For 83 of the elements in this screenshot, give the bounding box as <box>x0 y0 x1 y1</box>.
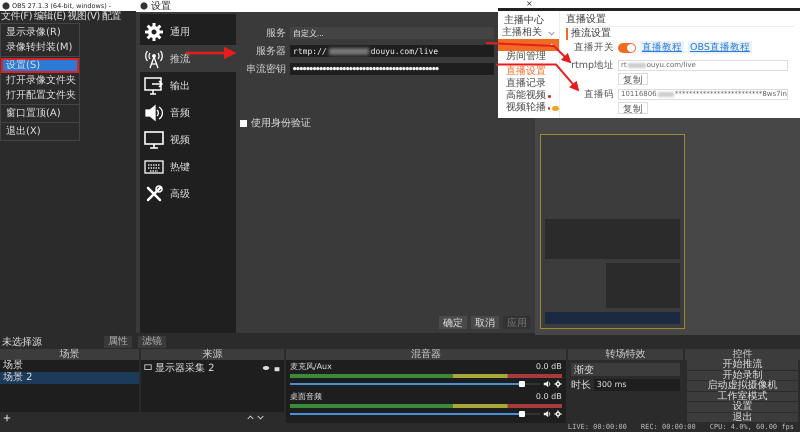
panel-title: 来源 <box>140 349 284 360</box>
server-field[interactable]: rtmp:// douyu.com/live <box>290 45 494 57</box>
checkbox[interactable] <box>240 120 247 126</box>
transition-select[interactable]: 渐变 <box>570 363 680 376</box>
dialog-title: 设置 <box>151 0 171 13</box>
chevron-up-icon <box>246 414 254 421</box>
scene-item[interactable]: 场景 2 <box>0 372 139 384</box>
speaker-icon <box>542 380 551 388</box>
tutorial-link[interactable]: OBS直播教程 <box>688 41 752 54</box>
menu-item[interactable]: 打开配置文件夹 <box>1 88 79 103</box>
close-button[interactable]: × <box>526 0 533 8</box>
sidebar-item[interactable]: 高级 <box>140 180 236 207</box>
monitor-arrow-icon <box>144 76 164 96</box>
menu-item[interactable]: 编辑(E) <box>33 11 67 23</box>
field-label: 服务器 <box>255 45 286 58</box>
toolbar-button[interactable]: 滤镜 <box>138 336 166 348</box>
control-button[interactable]: 启动虚拟摄像机 <box>686 381 798 392</box>
menu-item[interactable]: 显示录像(R) <box>1 25 79 40</box>
nav-item[interactable]: 直播记录 <box>498 78 559 90</box>
toggle-switch[interactable] <box>618 42 636 52</box>
panel-title: 混音器 <box>286 349 566 360</box>
speaker-icon <box>542 410 551 418</box>
sidebar-item[interactable]: 视频 <box>140 126 236 153</box>
add-icon <box>3 414 11 422</box>
sidebar-item[interactable]: 推流 <box>140 45 236 72</box>
menu-item[interactable]: 视图(V) <box>66 11 101 23</box>
field-label: 服务 <box>265 27 286 40</box>
eye-icon <box>262 364 270 372</box>
panel-title: 控件 <box>684 349 800 360</box>
field-label: rtmp地址 <box>570 59 614 72</box>
dialog-button[interactable]: 取消 <box>471 316 499 329</box>
dialog-button[interactable]: 确定 <box>439 316 467 329</box>
nav-item[interactable]: 高能视频 <box>498 90 559 102</box>
tutorial-link[interactable]: 直播教程 <box>640 41 684 54</box>
app-logo-icon <box>140 2 148 10</box>
source-item[interactable]: 显示器采集 2 <box>154 361 259 375</box>
control-button[interactable]: 工作室模式 <box>686 392 798 402</box>
menu-item[interactable]: 退出(X) <box>1 124 79 139</box>
sidebar-item[interactable]: 音频 <box>140 99 236 126</box>
toggle-label: 直播开关 <box>573 41 614 54</box>
volume-reading: 0.0 dB <box>536 362 562 372</box>
control-button[interactable]: 开始录制 <box>686 370 798 381</box>
settings-icon <box>554 380 562 388</box>
duration-field[interactable]: 300 ms <box>594 379 680 391</box>
channel-name: 麦克风/Aux <box>290 362 332 372</box>
speaker-icon <box>144 102 164 122</box>
panel-title: 场景 <box>0 349 139 360</box>
checkbox-label: 使用身份验证 <box>251 117 311 130</box>
duration-label: 时长 <box>570 378 591 392</box>
control-button[interactable]: 退出 <box>686 412 798 423</box>
sidebar-item[interactable]: 输出 <box>140 72 236 99</box>
panel-title: 转场特效 <box>568 349 683 360</box>
monitor-icon <box>144 130 164 150</box>
antenna-icon <box>144 48 164 68</box>
menu-item[interactable]: 窗口置顶(A) <box>1 106 79 121</box>
tools-icon <box>144 184 164 204</box>
field-label: 直播码 <box>583 88 614 101</box>
sidebar-item[interactable]: 热键 <box>140 153 236 180</box>
copy-button[interactable]: 复制 <box>618 73 648 85</box>
nav-item[interactable]: 房间管理 <box>498 51 559 63</box>
menu-item[interactable]: 文件(F) <box>0 11 34 23</box>
settings-icon <box>554 410 562 418</box>
settings-icon <box>144 22 164 42</box>
chevron-down-icon <box>256 414 264 421</box>
nav-item[interactable]: 主播相关 <box>498 27 559 39</box>
channel-name: 桌面音频 <box>290 392 322 402</box>
menu-item[interactable]: 配置 <box>100 11 122 23</box>
nav-title: 主播中心 <box>503 14 545 26</box>
menu-item[interactable]: 打开录像文件夹 <box>1 73 79 88</box>
page-title: 直播设置 <box>566 13 794 27</box>
scene-item[interactable]: 场景 <box>0 360 139 372</box>
nav-item[interactable]: 视频轮播 <box>498 102 559 114</box>
monitor-icon <box>144 364 152 372</box>
no-source-label: 未选择源 <box>2 336 42 349</box>
toolbar-button[interactable]: 属性 <box>104 336 132 348</box>
sidebar-item[interactable]: 通用 <box>140 18 236 45</box>
menu-item[interactable]: 录像转封装(M) <box>1 40 79 55</box>
field-label: 串流密钥 <box>245 62 286 76</box>
service-select[interactable]: 自定义... <box>290 27 494 39</box>
control-button[interactable]: 设置 <box>686 402 798 412</box>
copy-button[interactable]: 复制 <box>618 102 648 114</box>
control-button[interactable]: 开始推流 <box>686 360 798 370</box>
volume-reading: 0.0 dB <box>536 392 562 402</box>
